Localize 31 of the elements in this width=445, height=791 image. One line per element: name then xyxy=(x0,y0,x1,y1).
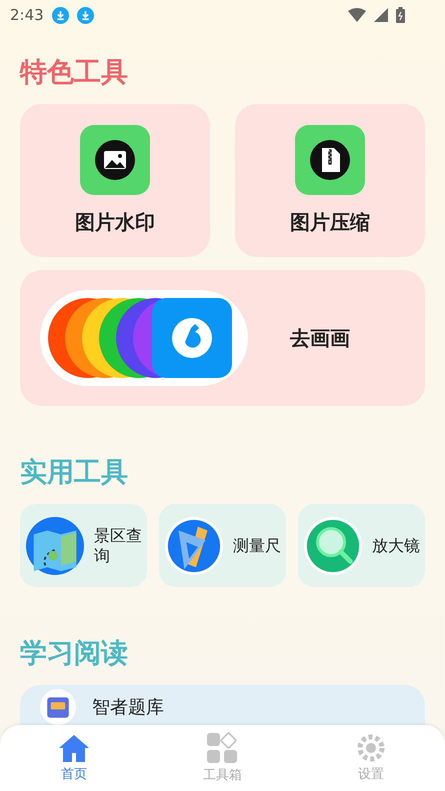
tool-card[interactable]: 图片压缩 xyxy=(235,104,425,257)
tool-label: 景区查询 xyxy=(94,526,143,566)
tool-label: 图片压缩 xyxy=(290,209,370,236)
reading-title: 智者题库 xyxy=(92,696,164,719)
image-icon xyxy=(80,125,150,195)
tool-label: 图片水印 xyxy=(75,209,155,236)
download-icon xyxy=(52,6,69,24)
settings-icon xyxy=(356,733,386,763)
wifi-icon xyxy=(348,8,366,22)
section-title: 实用工具 xyxy=(20,456,129,490)
section-title: 学习阅读 xyxy=(20,637,129,671)
tool-label: 去画画 xyxy=(290,324,350,352)
tool-label: 放大镜 xyxy=(372,536,421,556)
tool-card[interactable]: 去画画 xyxy=(20,270,425,406)
tool-label: 测量尺 xyxy=(233,536,282,556)
tool-card[interactable]: 测量尺 xyxy=(159,504,286,587)
tool-card[interactable]: 图片水印 xyxy=(20,104,210,257)
grid-icon xyxy=(206,732,238,764)
tool-card[interactable]: 景区查询 xyxy=(20,504,147,587)
ruler-icon xyxy=(165,516,223,574)
section-title: 特色工具 xyxy=(20,56,129,90)
home-icon xyxy=(57,733,92,763)
magnifier-icon xyxy=(304,516,362,574)
battery-icon xyxy=(396,7,405,23)
nav-tab[interactable]: 首页 xyxy=(34,733,114,783)
zip-file-icon xyxy=(295,125,365,195)
signal-icon xyxy=(374,8,388,22)
download-icon xyxy=(76,6,94,24)
status-time: 2:43 xyxy=(10,6,44,24)
tool-card[interactable]: 放大镜 xyxy=(298,504,425,587)
map-icon xyxy=(26,516,84,574)
